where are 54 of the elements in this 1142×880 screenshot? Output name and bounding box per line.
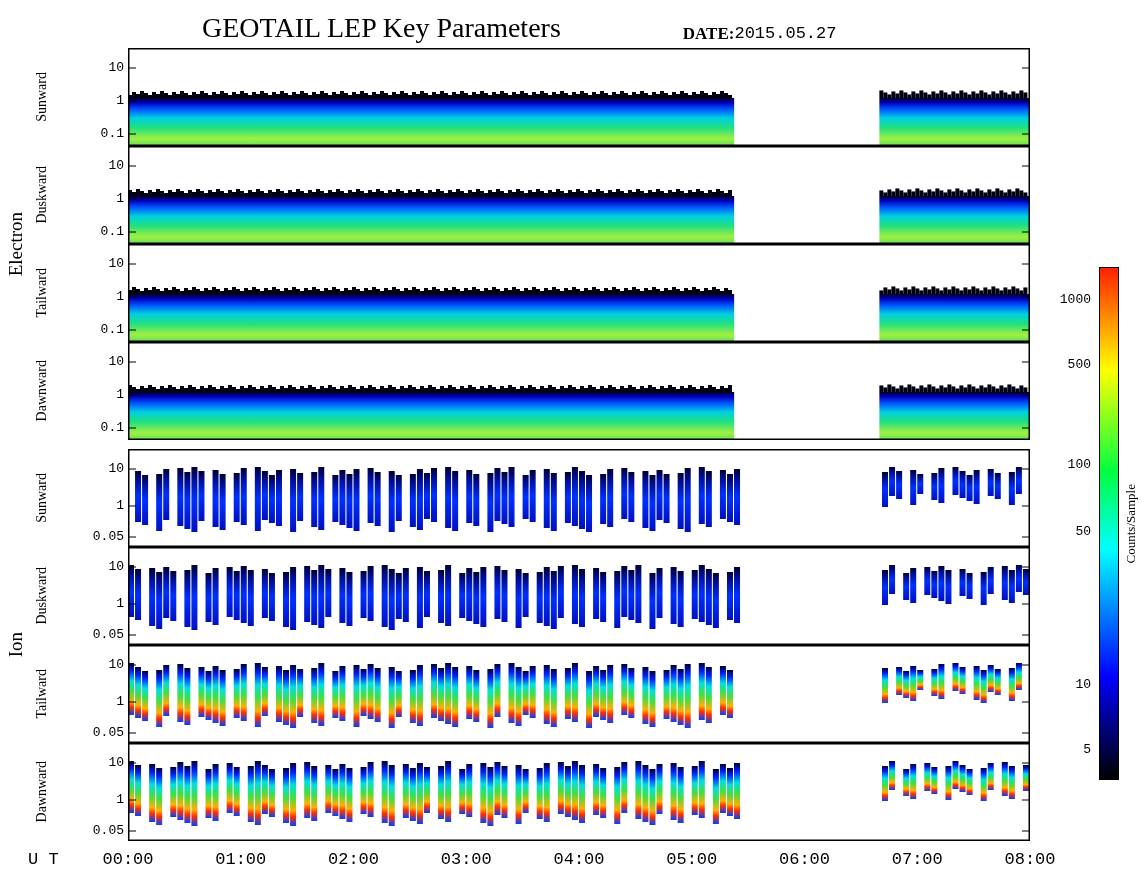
x-tick-label: 05:00 [666, 851, 718, 868]
y-tick-label: 1 [116, 695, 124, 708]
y-tick-label: 0.1 [100, 127, 124, 140]
date-label: DATE: [682, 25, 735, 42]
y-tick-label: 1 [116, 290, 124, 303]
y-tick-label: 1 [116, 192, 124, 205]
x-tick-label: 02:00 [328, 851, 379, 868]
colorbar-tick-label: 1000 [1059, 293, 1091, 306]
y-tick-label: 1 [116, 94, 124, 107]
y-tick-label: 1 [116, 793, 124, 806]
group-label: Electron [5, 211, 25, 277]
y-tick-label: 10 [108, 257, 124, 270]
x-tick-label: 01:00 [215, 851, 267, 868]
date-value: 2015.05.27 [734, 25, 837, 42]
y-tick-label: 0.1 [100, 421, 124, 434]
colorbar-tick-label: 5 [1083, 743, 1091, 756]
panel-label: Duskward [35, 567, 49, 625]
panel-label: Tailward [35, 669, 49, 719]
y-tick-label: 10 [108, 756, 124, 769]
colorbar-label: Counts/Sample [1124, 483, 1137, 564]
y-tick-label: 1 [116, 597, 124, 610]
y-tick-label: 0.05 [92, 824, 124, 837]
x-axis-label: U T [28, 851, 59, 868]
panel-label: Dawnward [35, 761, 49, 823]
y-tick-label: 10 [108, 462, 124, 475]
y-tick-label: 10 [108, 560, 124, 573]
colorbar-tick-label: 50 [1075, 525, 1091, 538]
y-tick-label: 0.05 [92, 628, 124, 641]
group-label: Ion [5, 632, 25, 658]
y-tick-label: 10 [108, 61, 124, 74]
panel-label: Dawnward [35, 360, 49, 422]
x-tick-label: 07:00 [891, 851, 943, 868]
y-tick-label: 0.05 [92, 726, 124, 739]
y-tick-label: 1 [116, 388, 124, 401]
y-tick-label: 10 [108, 355, 124, 368]
chart-title: GEOTAIL LEP Key Parameters [202, 14, 561, 42]
x-tick-label: 08:00 [1004, 851, 1056, 868]
x-tick-label: 00:00 [102, 851, 154, 868]
panel-label: Sunward [35, 72, 49, 122]
x-tick-label: 06:00 [779, 851, 830, 868]
panel-label: Duskward [35, 166, 49, 224]
y-tick-label: 0.1 [100, 225, 124, 238]
y-tick-label: 10 [108, 159, 124, 172]
colorbar-tick-label: 500 [1067, 358, 1091, 371]
colorbar-tick-label: 10 [1075, 678, 1091, 691]
y-tick-label: 0.05 [92, 530, 124, 543]
x-tick-label: 03:00 [440, 851, 492, 868]
x-tick-label: 04:00 [553, 851, 605, 868]
y-tick-label: 10 [108, 658, 124, 671]
panel-label: Sunward [35, 473, 49, 523]
colorbar-tick-label: 100 [1067, 458, 1091, 471]
y-tick-label: 0.1 [100, 323, 124, 336]
panel-label: Tailward [35, 268, 49, 318]
y-tick-label: 1 [116, 499, 124, 512]
